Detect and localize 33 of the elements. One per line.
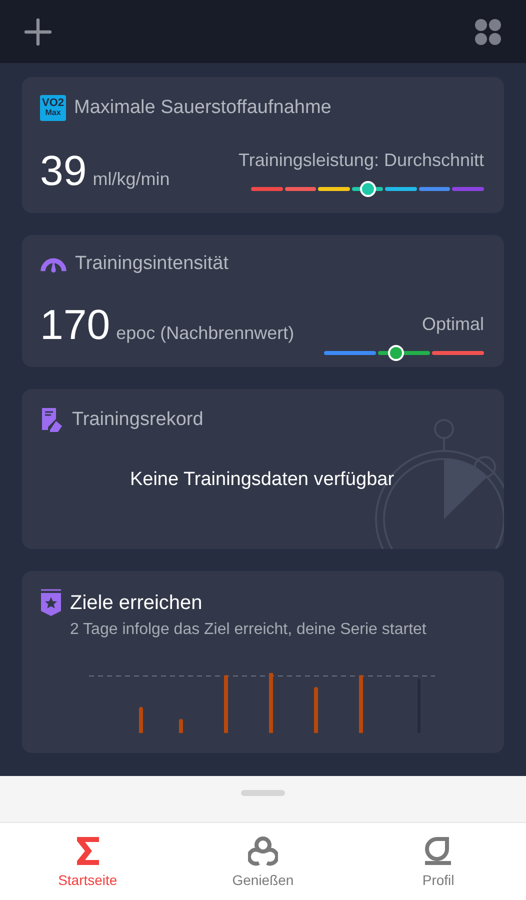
- nav-tab[interactable]: Startseite: [18, 836, 158, 888]
- rating-label: Optimal: [422, 314, 484, 335]
- star-badge-icon: [40, 589, 62, 617]
- chart-bar: [179, 719, 183, 733]
- add-icon[interactable]: [24, 18, 52, 46]
- vo2-max-icon: VO2 Max: [40, 95, 66, 121]
- card-title: Ziele erreichen: [70, 592, 202, 614]
- drag-handle[interactable]: [241, 790, 285, 796]
- unit-label: ml/kg/min: [92, 169, 170, 190]
- streak-text: 2 Tage infolge das Ziel erreicht, deine Serie startet: [70, 621, 428, 639]
- chart-bar: [139, 707, 143, 733]
- intensity-card[interactable]: Trainingsintensität 170 epoc (Nachbrennwert) Optimal: [22, 235, 504, 367]
- card-title: Trainingsintensität: [75, 253, 228, 275]
- nav-tab[interactable]: Genießen: [192, 836, 333, 888]
- value: 170: [40, 303, 110, 347]
- chart-bar: [269, 673, 273, 733]
- grid-icon[interactable]: [474, 18, 502, 46]
- record-card[interactable]: Trainingsrekord Keine Trainingsdaten verfügbar: [22, 389, 504, 549]
- chart-bar: [314, 687, 318, 733]
- knot-icon: [248, 836, 278, 866]
- chart-bar: [359, 675, 363, 733]
- goals-card[interactable]: Ziele erreichen 2 Tage infolge das Ziel erreicht, deine Serie startet: [22, 571, 504, 753]
- card-title: Trainingsrekord: [72, 409, 204, 431]
- empty-message: Keine Trainingsdaten verfügbar: [128, 469, 396, 491]
- document-icon: [40, 407, 64, 433]
- value: 39: [40, 149, 87, 193]
- card-title: Maximale Sauerstoffaufnahme: [74, 97, 332, 119]
- rating-label: Trainingsleistung: Durchschnitt: [238, 150, 484, 171]
- profile-icon: [423, 836, 454, 866]
- nav-tab[interactable]: Profil: [368, 836, 508, 888]
- sigma-icon: [74, 836, 101, 866]
- unit-label: epoc (Nachbrennwert): [116, 323, 294, 344]
- chart-bar: [224, 675, 228, 733]
